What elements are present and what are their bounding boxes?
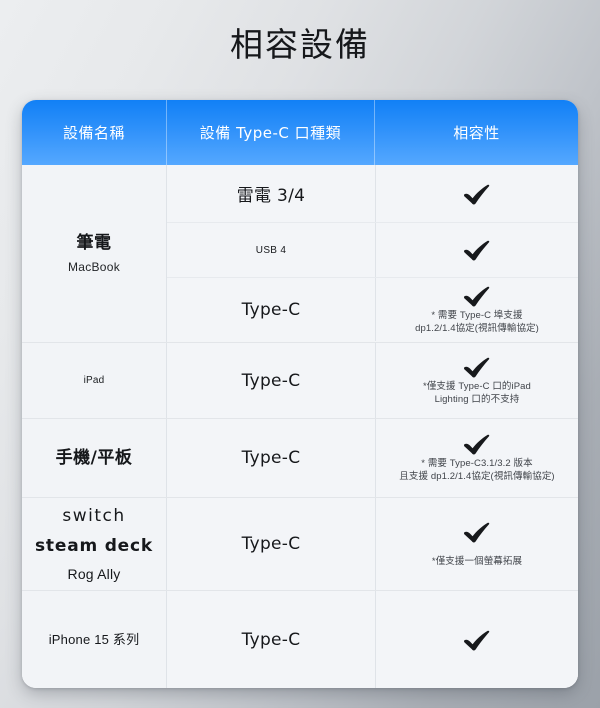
device-name-cell: 手機/平板 [22,419,166,497]
port-type-cell: Type-C [167,498,375,590]
device-port-compat-group: 雷電 3/4 USB 4 Type-C * 需要 Type-C 埠支援 dp1.… [166,165,578,342]
table-subrow: Type-C [167,591,578,688]
table-row: 筆電 MacBook 雷電 3/4 USB 4 Type-C * 需要 Type… [22,165,578,342]
port-type-cell: USB 4 [167,223,375,277]
compatibility-cell: *僅支援一個螢幕拓展 [375,498,578,590]
check-mark-icon [462,629,492,651]
compatibility-cell: *僅支援 Type-C 口的iPad Lighting 口的不支持 [375,343,578,418]
page-title: 相容設備 [230,25,370,64]
check-mark-icon [462,183,492,205]
compatibility-note: * 需要 Type-C 埠支援 dp1.2/1.4協定(視訊傳輸協定) [415,309,539,335]
device-name-line: steam deck [35,536,153,556]
table-subrow: 雷電 3/4 [167,165,578,222]
port-type-cell: Type-C [167,343,375,418]
note-line: * 需要 Type-C 埠支援 [431,309,523,321]
table-body: 筆電 MacBook 雷電 3/4 USB 4 Type-C * 需要 Type… [22,165,578,688]
check-mark-icon [462,239,492,261]
table-row: switch steam deck Rog Ally Type-C *僅支援一個… [22,497,578,590]
device-port-compat-group: Type-C *僅支援 Type-C 口的iPad Lighting 口的不支持 [166,343,578,418]
table-row: iPad Type-C *僅支援 Type-C 口的iPad Lighting … [22,342,578,418]
port-type-label: Type-C [241,299,301,320]
column-header-port-type: 設備 Type-C 口種類 [166,100,374,165]
port-type-cell: Type-C [167,278,375,341]
device-name-primary: iPhone 15 系列 [48,631,140,647]
device-port-compat-group: Type-C * 需要 Type-C3.1/3.2 版本 且支援 dp1.2/1… [166,419,578,497]
device-name-cell: switch steam deck Rog Ally [22,498,166,590]
compatibility-cell [375,165,578,222]
compatibility-infographic: 相容設備 設備名稱 設備 Type-C 口種類 相容性 筆電 MacBook 雷… [0,0,600,708]
device-name-primary: iPad [83,374,105,386]
device-name-primary: 筆電 [76,232,112,253]
port-type-cell: 雷電 3/4 [167,165,375,222]
check-mark-icon [462,356,492,378]
device-name-primary: 手機/平板 [55,448,133,468]
device-name-line: Rog Ally [67,566,121,582]
table-subrow: Type-C *僅支援 Type-C 口的iPad Lighting 口的不支持 [167,343,578,418]
note-line: *僅支援一個螢幕拓展 [431,555,523,567]
device-name-line: switch [62,506,126,526]
table-subrow: Type-C *僅支援一個螢幕拓展 [167,498,578,590]
port-type-cell: Type-C [167,591,375,688]
check-mark-icon [462,521,492,543]
table-subrow: Type-C * 需要 Type-C3.1/3.2 版本 且支援 dp1.2/1… [167,419,578,497]
compatibility-cell: * 需要 Type-C 埠支援 dp1.2/1.4協定(視訊傳輸協定) [375,278,578,341]
table-row: iPhone 15 系列 Type-C [22,590,578,688]
compatibility-cell [375,591,578,688]
note-line: *僅支援 Type-C 口的iPad [423,380,531,392]
table-row: 手機/平板 Type-C * 需要 Type-C3.1/3.2 版本 且支援 d… [22,418,578,497]
device-name-secondary: MacBook [67,259,121,274]
compatibility-table: 設備名稱 設備 Type-C 口種類 相容性 筆電 MacBook 雷電 3/4 [22,100,578,688]
column-header-compatibility: 相容性 [374,100,578,165]
table-subrow: USB 4 [167,222,578,277]
compatibility-cell: * 需要 Type-C3.1/3.2 版本 且支援 dp1.2/1.4協定(視訊… [375,419,578,497]
device-name-cell: 筆電 MacBook [22,165,166,342]
check-mark-icon [462,433,492,455]
device-name-cell: iPad [22,343,166,418]
note-line: 且支援 dp1.2/1.4協定(視訊傳輸協定) [399,471,555,482]
port-type-label: 雷電 3/4 [236,186,306,206]
compatibility-note: *僅支援一個螢幕拓展 [432,555,522,568]
note-line: Lighting 口的不支持 [434,393,520,405]
column-header-device-name: 設備名稱 [62,124,125,142]
device-port-compat-group: Type-C *僅支援一個螢幕拓展 [166,498,578,590]
port-type-cell: Type-C [167,419,375,497]
note-line: * 需要 Type-C3.1/3.2 版本 [421,458,533,469]
table-subrow: Type-C * 需要 Type-C 埠支援 dp1.2/1.4協定(視訊傳輸協… [167,277,578,341]
table-header-row: 設備名稱 設備 Type-C 口種類 相容性 [22,100,578,165]
check-mark-icon [462,285,492,307]
port-type-label: Type-C [241,370,301,391]
note-line: dp1.2/1.4協定(視訊傳輸協定) [415,322,539,334]
compatibility-note: * 需要 Type-C3.1/3.2 版本 且支援 dp1.2/1.4協定(視訊… [399,457,554,483]
port-type-label: USB 4 [255,244,287,256]
compatibility-cell [375,223,578,277]
device-port-compat-group: Type-C [166,591,578,688]
device-name-cell: iPhone 15 系列 [22,591,166,688]
port-type-label: Type-C [241,629,301,650]
port-type-label: Type-C [241,448,301,468]
port-type-label: Type-C [241,534,301,554]
compatibility-note: *僅支援 Type-C 口的iPad Lighting 口的不支持 [423,380,531,406]
